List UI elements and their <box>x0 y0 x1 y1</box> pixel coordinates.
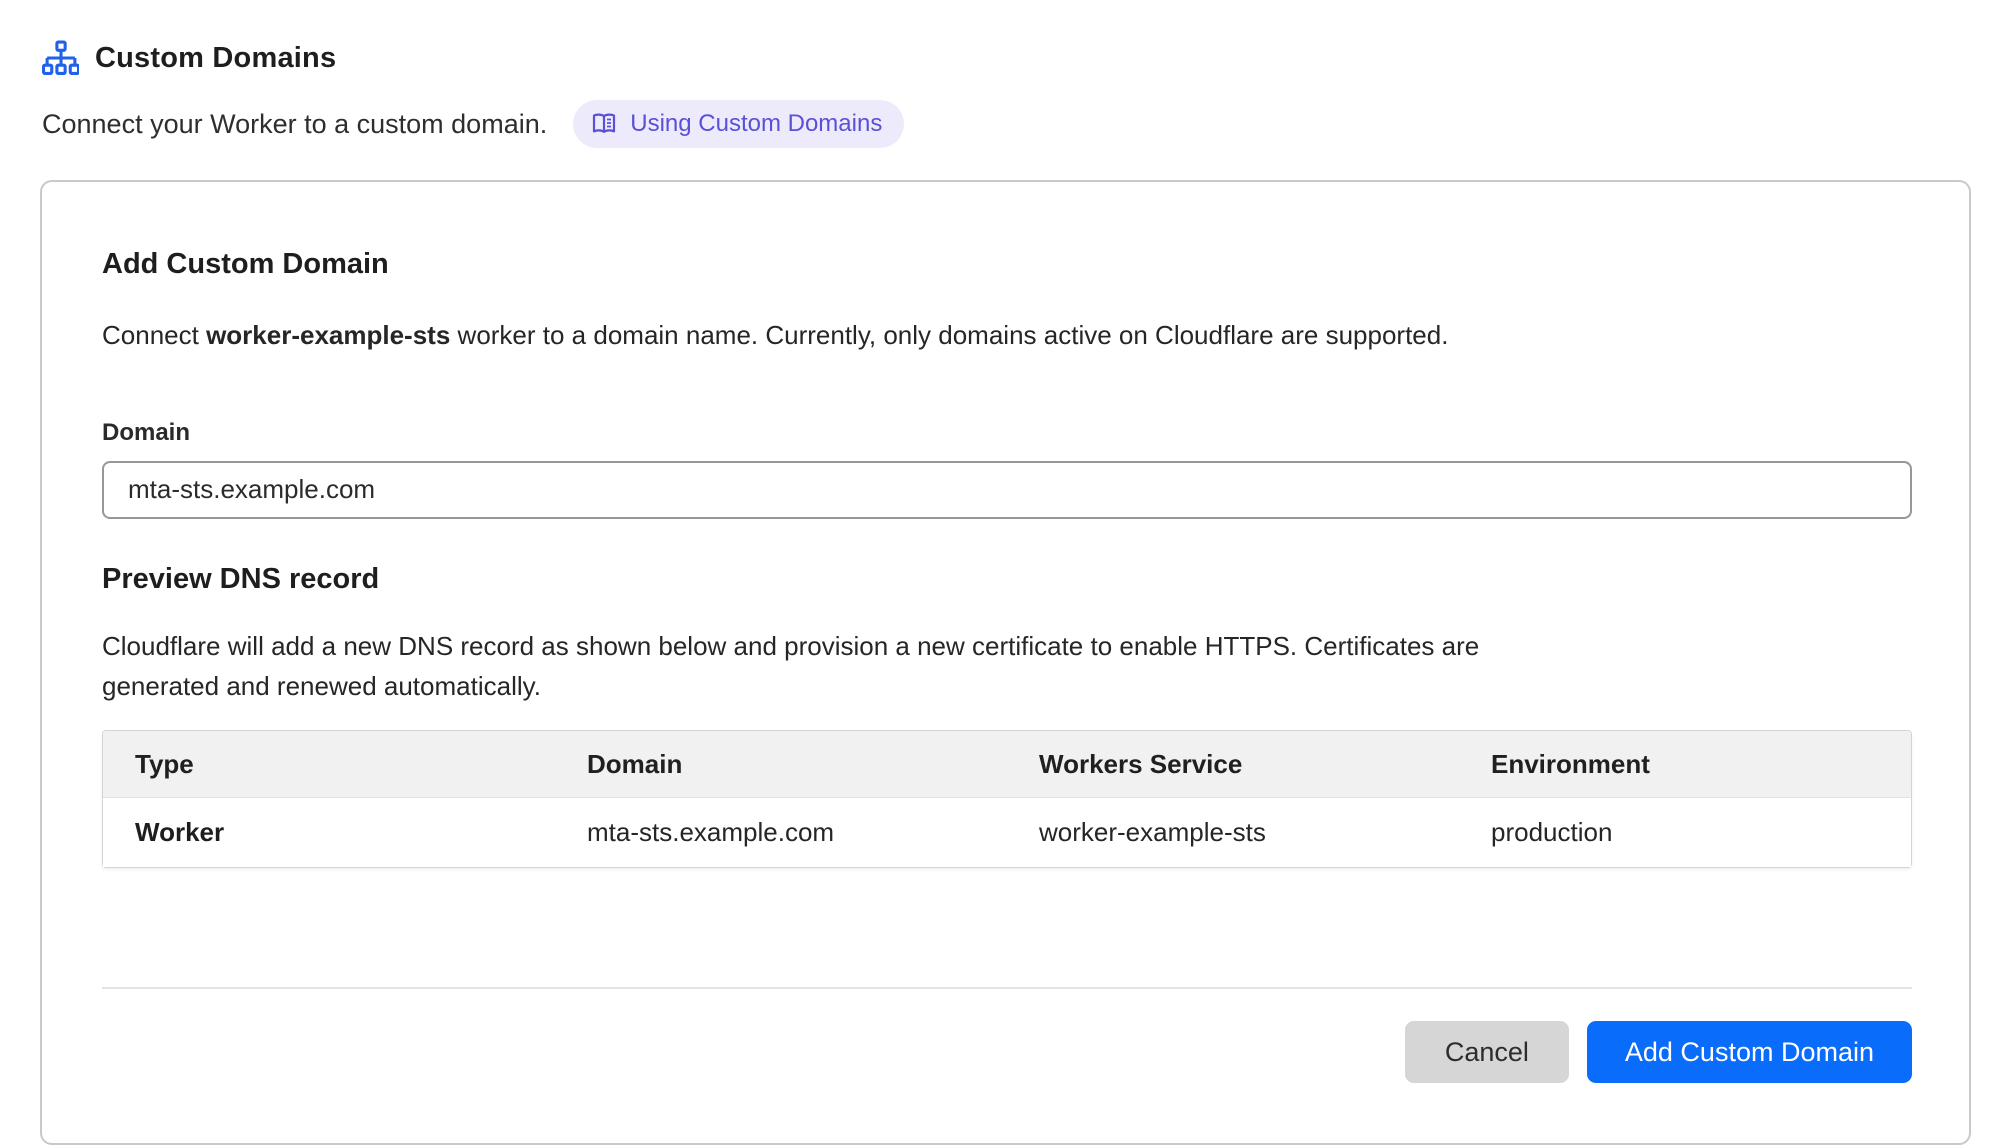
page-subtitle-row: Connect your Worker to a custom domain. … <box>42 100 1971 148</box>
worker-name: worker-example-sts <box>206 320 450 350</box>
cell-type: Worker <box>103 798 555 867</box>
column-header-domain: Domain <box>555 731 1007 798</box>
dns-preview-table: Type Domain Workers Service Environment … <box>102 730 1912 868</box>
open-book-icon <box>591 111 617 137</box>
cell-domain: mta-sts.example.com <box>555 798 1007 867</box>
card-footer-actions: Cancel Add Custom Domain <box>102 1021 1912 1083</box>
preview-dns-heading: Preview DNS record <box>102 563 1907 596</box>
card-intro-text: Connect worker-example-sts worker to a d… <box>102 319 1907 353</box>
column-header-workers-service: Workers Service <box>1007 731 1459 798</box>
domain-field-label: Domain <box>102 419 1907 447</box>
custom-domains-page: Custom Domains Connect your Worker to a … <box>0 0 1999 1145</box>
docs-badge-label: Using Custom Domains <box>630 110 882 138</box>
preview-dns-description: Cloudflare will add a new DNS record as … <box>102 626 1592 707</box>
cell-environment: production <box>1459 798 1911 867</box>
domain-input[interactable] <box>102 461 1912 519</box>
page-title: Custom Domains <box>95 42 336 75</box>
page-subtitle: Connect your Worker to a custom domain. <box>42 109 547 140</box>
table-row: Worker mta-sts.example.com worker-exampl… <box>103 798 1911 867</box>
card-heading: Add Custom Domain <box>102 248 1907 281</box>
column-header-type: Type <box>103 731 555 798</box>
footer-divider <box>102 987 1912 989</box>
page-header: Custom Domains <box>42 40 1971 77</box>
cell-workers-service: worker-example-sts <box>1007 798 1459 867</box>
intro-suffix: worker to a domain name. Currently, only… <box>450 320 1448 350</box>
sitemap-icon <box>42 40 79 77</box>
using-custom-domains-docs-link[interactable]: Using Custom Domains <box>573 100 904 148</box>
add-custom-domain-card: Add Custom Domain Connect worker-example… <box>40 180 1971 1145</box>
table-header-row: Type Domain Workers Service Environment <box>103 731 1911 798</box>
intro-prefix: Connect <box>102 320 206 350</box>
add-custom-domain-button[interactable]: Add Custom Domain <box>1587 1021 1912 1083</box>
column-header-environment: Environment <box>1459 731 1911 798</box>
cancel-button[interactable]: Cancel <box>1405 1021 1569 1083</box>
